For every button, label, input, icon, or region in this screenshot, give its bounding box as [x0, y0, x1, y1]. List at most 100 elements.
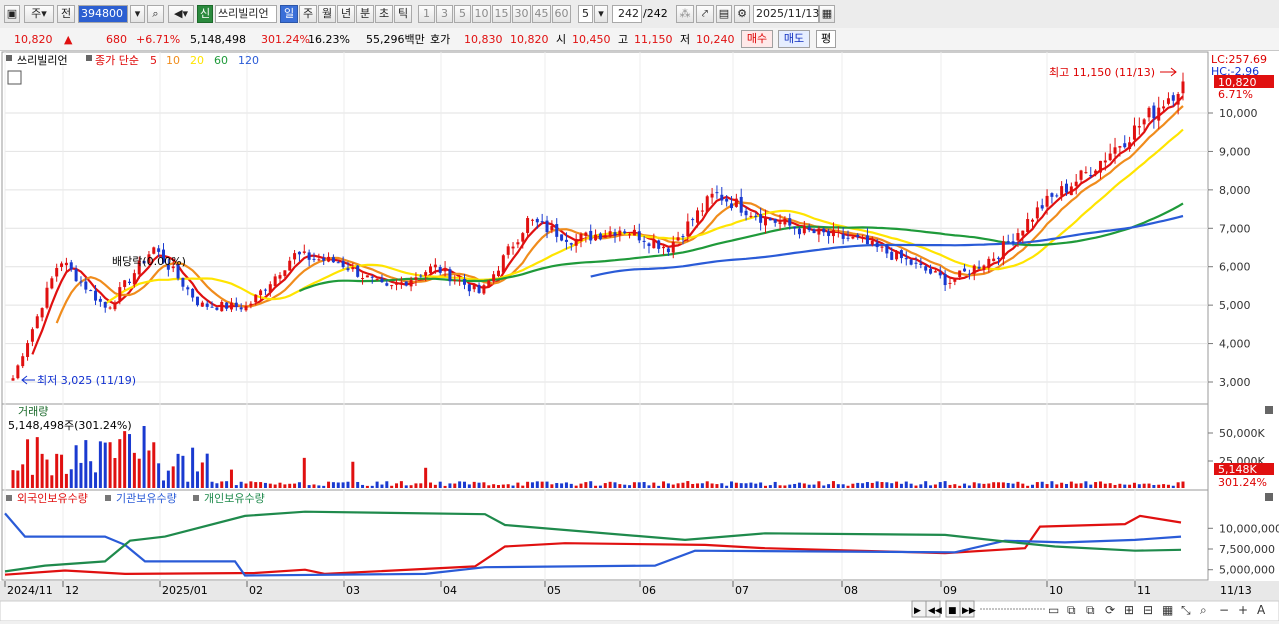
interval-dropdown-icon[interactable]: ▾ — [594, 5, 608, 23]
candle-body — [375, 278, 379, 280]
candle-body — [113, 302, 117, 310]
link-icon[interactable]: ⁂ — [676, 5, 694, 23]
volume-bar — [822, 485, 826, 488]
interval-button-6[interactable]: 45 — [532, 5, 551, 23]
eval-button[interactable]: 평 — [816, 30, 836, 48]
volume-bar — [448, 483, 452, 488]
volume-bar — [1089, 484, 1093, 488]
market-select[interactable]: 주▾ — [24, 5, 54, 23]
interval-value[interactable]: 5 — [578, 5, 593, 23]
save-icon[interactable]: ▤ — [716, 5, 732, 23]
volume-bar — [385, 481, 389, 488]
legend-ma-10: 10 — [166, 54, 180, 67]
volume-bar — [861, 483, 865, 488]
date-input[interactable]: 2025/11/13 — [753, 5, 819, 23]
volume-bar — [1016, 481, 1020, 488]
candle-body — [739, 196, 743, 213]
candle-body — [793, 226, 797, 229]
candle-body — [555, 224, 559, 237]
stock-chart[interactable]: 10,000 9,000 8,000 7,000 6,000 5,000 4,000 3,00… — [0, 51, 1279, 622]
sell-button[interactable]: 매도 — [778, 30, 810, 48]
candle-body — [1166, 98, 1170, 104]
interval-button-4[interactable]: 15 — [492, 5, 511, 23]
interval-button-7[interactable]: 60 — [552, 5, 571, 23]
volume-bar — [992, 482, 996, 488]
candle-body — [1108, 153, 1112, 161]
dividend-annotation: 배당락(0.00%) — [112, 255, 186, 268]
volume-bar — [555, 483, 559, 488]
volume-bar — [836, 484, 840, 488]
volume-bar — [856, 482, 860, 488]
volume-bar — [773, 481, 777, 488]
volume-bar — [895, 481, 899, 488]
draw-tool-icon[interactable]: ⤤ — [696, 5, 714, 23]
chart-area[interactable]: 10,000 9,000 8,000 7,000 6,000 5,000 4,000 3,00… — [0, 51, 1279, 622]
volume-bar — [788, 484, 792, 488]
candle-body — [404, 281, 408, 286]
volume-bar — [453, 483, 457, 488]
period-tab-0[interactable]: 일 — [280, 5, 298, 23]
volume-bar — [64, 473, 68, 488]
volume-bar — [1031, 484, 1035, 488]
volume-bar — [399, 481, 403, 488]
volume-bar — [89, 461, 93, 488]
volume-bar — [977, 483, 981, 488]
stock-name[interactable]: 쓰리빌리언 — [215, 5, 277, 23]
volume-bar — [297, 482, 301, 488]
volume-bar — [361, 484, 365, 488]
interval-button-1[interactable]: 3 — [436, 5, 453, 23]
buy-button[interactable]: 매수 — [741, 30, 773, 48]
candle-body — [802, 225, 806, 234]
volume-bar — [948, 484, 952, 488]
interval-button-2[interactable]: 5 — [454, 5, 471, 23]
candle-body — [1181, 81, 1185, 94]
calendar-icon[interactable]: ▦ — [819, 5, 835, 23]
volume-bar — [1026, 485, 1030, 488]
candle-body — [1084, 172, 1088, 174]
volume-bar — [676, 483, 680, 488]
period-tab-2[interactable]: 월 — [318, 5, 336, 23]
candle-body — [943, 273, 947, 286]
candle-body — [754, 215, 758, 217]
candle-body — [1035, 207, 1039, 219]
period-tab-6[interactable]: 틱 — [394, 5, 412, 23]
candle-body — [365, 275, 369, 278]
candle-body — [827, 231, 831, 236]
volume-bar — [380, 484, 384, 488]
speaker-icon[interactable]: ◀▾ — [168, 5, 194, 23]
interval-button-3[interactable]: 10 — [472, 5, 491, 23]
volume-bar — [142, 426, 146, 488]
candle-body — [249, 303, 253, 306]
volume-bar — [793, 483, 797, 488]
prev-button[interactable]: 전 — [57, 5, 75, 23]
count-input[interactable]: 242 — [612, 5, 642, 23]
volume-bar — [569, 483, 573, 488]
candle-body — [929, 268, 933, 274]
candle-body — [98, 298, 102, 302]
candle-body — [899, 250, 903, 259]
search-icon[interactable]: ⌕ — [147, 5, 164, 23]
candle-body — [768, 218, 772, 221]
candle-body — [841, 234, 845, 239]
code-input[interactable]: 394800 — [78, 5, 128, 23]
interval-button-0[interactable]: 1 — [418, 5, 435, 23]
candle-body — [657, 240, 661, 249]
interval-button-5[interactable]: 30 — [512, 5, 531, 23]
candle-body — [385, 283, 389, 286]
code-dropdown-icon[interactable]: ▾ — [130, 5, 145, 23]
x-axis-label: 06 — [642, 584, 656, 597]
period-tab-4[interactable]: 분 — [356, 5, 374, 23]
gear-icon[interactable]: ⚙ — [734, 5, 750, 23]
candle-body — [283, 270, 287, 276]
volume-bar — [21, 464, 25, 488]
volume-bar — [637, 482, 641, 488]
window-menu-icon[interactable]: ▣ — [4, 5, 20, 23]
period-tab-1[interactable]: 주 — [299, 5, 317, 23]
volume-bar — [132, 452, 136, 488]
chart-tool-icon-1: ⧉ — [1067, 603, 1076, 617]
candle-body — [608, 231, 612, 237]
volume-bar — [924, 481, 928, 488]
period-tab-3[interactable]: 년 — [337, 5, 355, 23]
period-tab-5[interactable]: 초 — [375, 5, 393, 23]
volume-bar — [1055, 484, 1059, 488]
